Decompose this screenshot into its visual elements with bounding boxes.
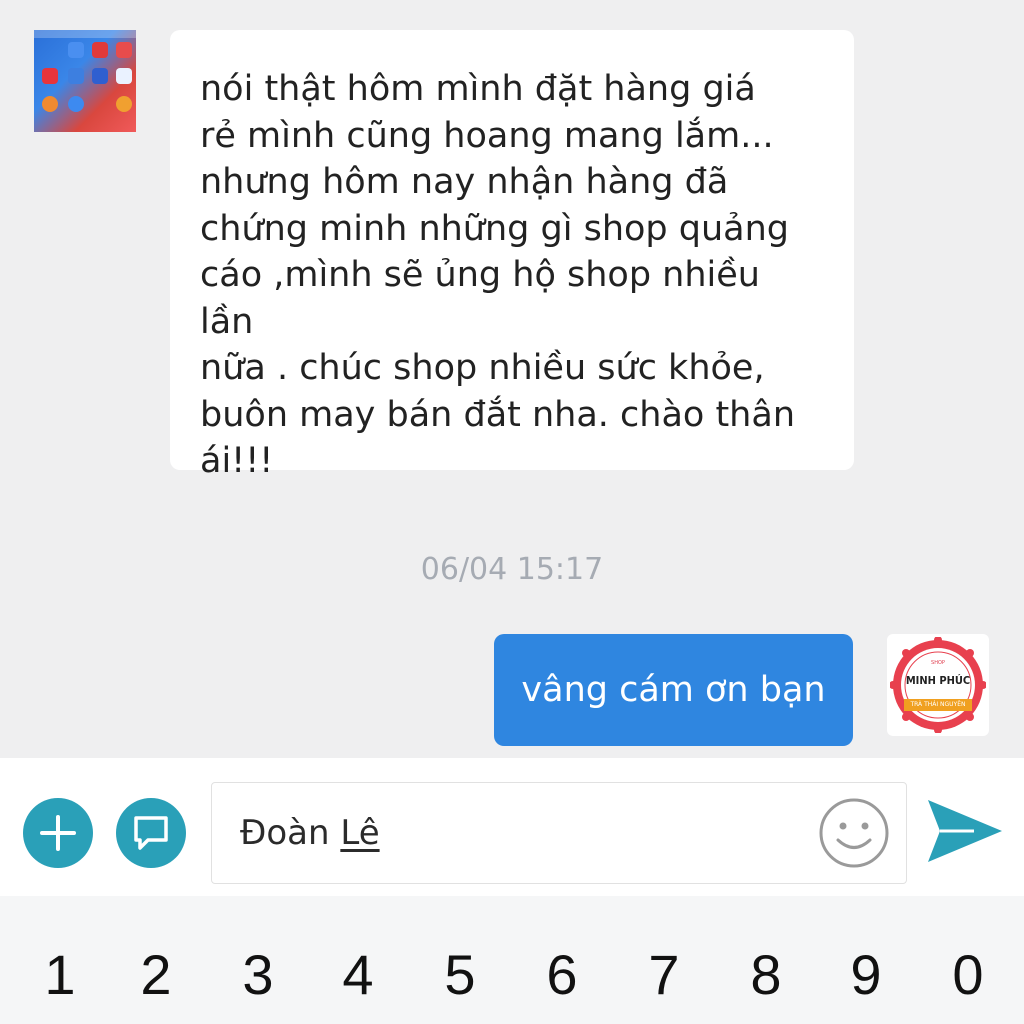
- key-4[interactable]: 4: [328, 942, 388, 1007]
- seal-top-text: SHOP: [931, 660, 945, 666]
- send-icon: [928, 800, 1002, 862]
- app-icon: [116, 96, 132, 112]
- key-3[interactable]: 3: [228, 942, 288, 1007]
- message-line: nhưng hôm nay nhận hàng đã: [200, 162, 729, 202]
- zalo-icon: [116, 68, 132, 84]
- chat-area[interactable]: nói thật hôm mình đặt hàng giá rẻ mình c…: [0, 0, 1024, 758]
- plus-icon: [40, 815, 76, 851]
- shop-avatar[interactable]: SHOP MINH PHÚC TRÀ THÁI NGUYÊN: [887, 634, 989, 736]
- message-input[interactable]: Đoàn Lê: [211, 782, 907, 884]
- message-timestamp: 06/04 15:17: [420, 552, 604, 587]
- message-line: nữa . chúc shop nhiều sức khỏe,: [200, 348, 765, 388]
- message-input-value: Đoàn Lê: [240, 813, 380, 853]
- composer-bar: Đoàn Lê: [0, 758, 1024, 896]
- key-2[interactable]: 2: [126, 942, 186, 1007]
- key-7[interactable]: 7: [634, 942, 694, 1007]
- key-5[interactable]: 5: [430, 942, 490, 1007]
- key-6[interactable]: 6: [532, 942, 592, 1007]
- app-icon: [42, 68, 58, 84]
- quick-message-button[interactable]: [116, 798, 186, 868]
- message-line: rẻ mình cũng hoang mang lắm...: [200, 115, 774, 156]
- message-icon: [134, 816, 168, 850]
- app-icon: [68, 68, 84, 84]
- app-icon: [92, 42, 108, 58]
- key-1[interactable]: 1: [30, 942, 90, 1007]
- key-8[interactable]: 8: [736, 942, 796, 1007]
- app-icon: [42, 96, 58, 112]
- add-button[interactable]: [23, 798, 93, 868]
- messenger-icon: [68, 96, 84, 112]
- number-keyboard-row: 1 2 3 4 5 6 7 8 9 0: [0, 896, 1024, 1024]
- shop-name: MINH PHÚC: [905, 674, 971, 687]
- facebook-icon: [92, 68, 108, 84]
- incoming-message-bubble[interactable]: nói thật hôm mình đặt hàng giá rẻ mình c…: [170, 30, 854, 481]
- avatar-status-strip: [34, 30, 136, 38]
- key-9[interactable]: 9: [836, 942, 896, 1007]
- sender-avatar[interactable]: [34, 30, 136, 132]
- shop-subtitle: TRÀ THÁI NGUYÊN: [904, 699, 972, 711]
- input-text: Đoàn: [240, 813, 341, 853]
- message-line: ái!!!: [200, 441, 274, 481]
- emoji-button[interactable]: [818, 797, 890, 869]
- key-0[interactable]: 0: [938, 942, 998, 1007]
- message-line: buôn may bán đắt nha. chào thân: [200, 394, 795, 435]
- message-line: nói thật hôm mình đặt hàng giá: [200, 69, 756, 109]
- app-icon: [116, 42, 132, 58]
- app-icon: [68, 42, 84, 58]
- shop-logo: SHOP MINH PHÚC TRÀ THÁI NGUYÊN: [889, 636, 987, 734]
- message-line: cáo ,mình sẽ ủng hộ shop nhiều lần: [200, 255, 760, 342]
- input-text-composing: Lê: [340, 813, 380, 853]
- message-line: chứng minh những gì shop quảng: [200, 208, 790, 249]
- outgoing-message-bubble[interactable]: vâng cám ơn bạn: [494, 634, 853, 746]
- smiley-icon: [819, 798, 889, 868]
- send-button[interactable]: [924, 796, 1004, 866]
